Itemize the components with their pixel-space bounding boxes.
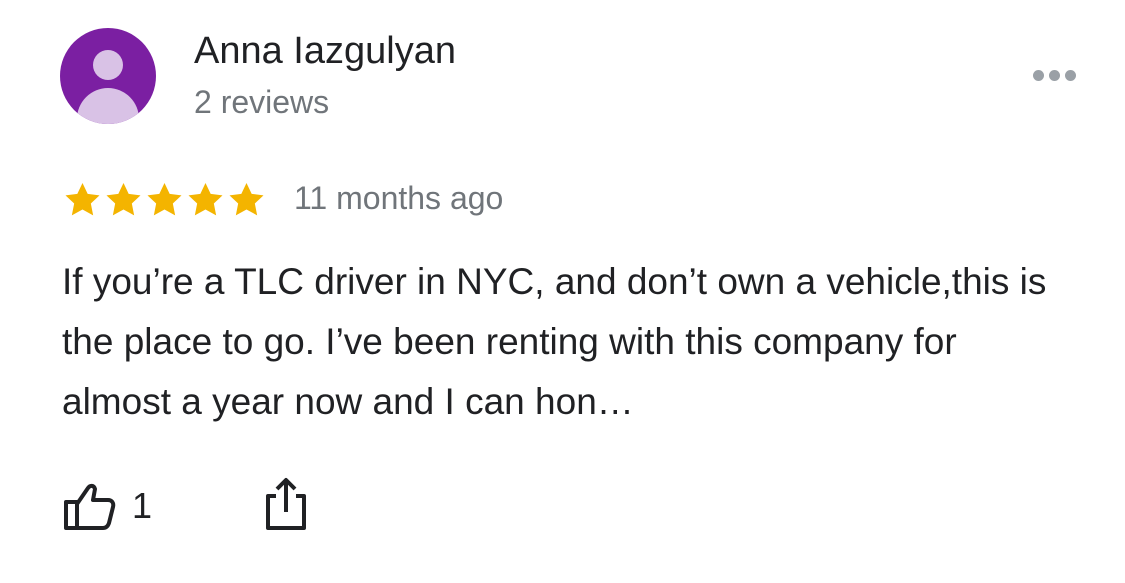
star-rating (62, 180, 267, 220)
avatar[interactable] (60, 28, 156, 124)
thumbs-up-icon (64, 483, 116, 530)
avatar-body-shape (77, 88, 139, 124)
more-dot-icon (1064, 69, 1076, 81)
author-name[interactable]: Anna Iazgulyan (194, 28, 456, 74)
more-dot-icon (1048, 69, 1060, 81)
avatar-head-shape (93, 50, 123, 80)
star-icon (229, 183, 264, 216)
star-icon (188, 183, 223, 216)
review-date: 11 months ago (294, 180, 504, 216)
share-icon (266, 478, 306, 530)
star-icon (106, 183, 141, 216)
like-count: 1 (132, 485, 153, 526)
author-review-count: 2 reviews (194, 84, 330, 120)
like-button[interactable]: 1 (62, 476, 152, 536)
star-icon (147, 183, 182, 216)
star-icon (65, 183, 100, 216)
more-dot-icon (1032, 69, 1044, 81)
more-options-button[interactable] (1024, 62, 1084, 88)
share-button[interactable] (258, 474, 314, 534)
review-text[interactable]: If you’re a TLC driver in NYC, and don’t… (62, 252, 1072, 432)
